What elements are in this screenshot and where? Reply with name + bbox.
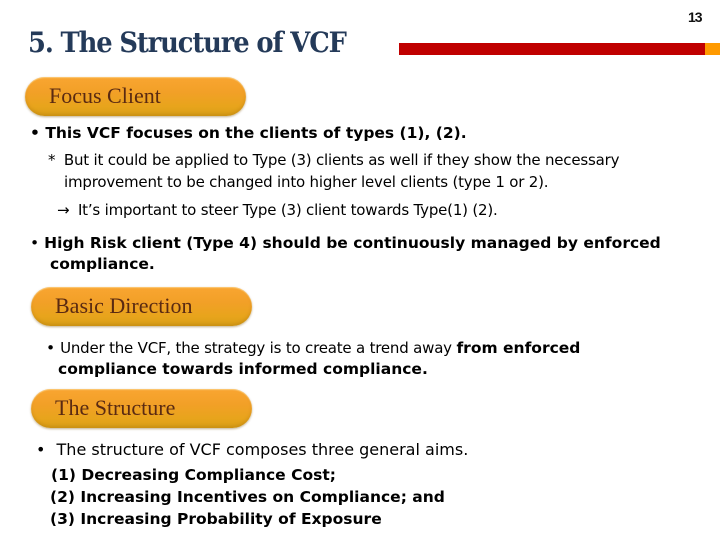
note-text-continued: improvement to be changed into higher le… xyxy=(64,173,549,191)
section-heading-the-structure: The Structure xyxy=(31,389,252,428)
bullet-icon: • xyxy=(46,339,56,357)
bullet-icon: • xyxy=(30,234,40,252)
slide-title: 5. The Structure of VCF xyxy=(28,26,347,59)
bullet-item: • This VCF focuses on the clients of typ… xyxy=(30,124,467,142)
bullet-text: The structure of VCF composes three gene… xyxy=(56,440,469,459)
section-heading-label: The Structure xyxy=(55,395,176,420)
bullet-text-bold: from enforced xyxy=(456,339,581,357)
bullet-text-continued: compliance. xyxy=(50,255,155,273)
aim-item: (2) Increasing Incentives on Compliance;… xyxy=(50,488,445,506)
title-accent-bar-end xyxy=(705,43,720,55)
aim-item: (3) Increasing Probability of Exposure xyxy=(50,510,382,528)
asterisk-icon: * xyxy=(48,151,56,169)
page-number: 13 xyxy=(688,9,703,25)
bullet-item: • The structure of VCF composes three ge… xyxy=(36,440,468,459)
bullet-item: • Under the VCF, the strategy is to crea… xyxy=(46,339,580,357)
section-heading-label: Focus Client xyxy=(49,83,161,108)
section-heading-label: Basic Direction xyxy=(55,293,193,318)
bullet-text: This VCF focuses on the clients of types… xyxy=(45,124,467,142)
arrow-right-icon: → xyxy=(57,201,70,219)
bullet-text: High Risk client (Type 4) should be cont… xyxy=(44,234,661,252)
bullet-text: Under the VCF, the strategy is to create… xyxy=(60,339,457,357)
arrow-item: → It’s important to steer Type (3) clien… xyxy=(57,201,498,219)
bullet-icon: • xyxy=(36,440,46,459)
arrow-text: It’s important to steer Type (3) client … xyxy=(77,201,498,219)
bullet-icon: • xyxy=(30,124,40,142)
aim-item: (1) Decreasing Compliance Cost; xyxy=(51,466,336,484)
bullet-item: • High Risk client (Type 4) should be co… xyxy=(30,234,661,252)
note-text: But it could be applied to Type (3) clie… xyxy=(63,151,620,169)
bullet-text-continued: compliance towards informed compliance. xyxy=(58,360,428,378)
title-accent-bar xyxy=(399,43,705,55)
section-heading-basic-direction: Basic Direction xyxy=(31,287,252,326)
section-heading-focus-client: Focus Client xyxy=(25,77,246,116)
note-item: * But it could be applied to Type (3) cl… xyxy=(48,151,619,169)
